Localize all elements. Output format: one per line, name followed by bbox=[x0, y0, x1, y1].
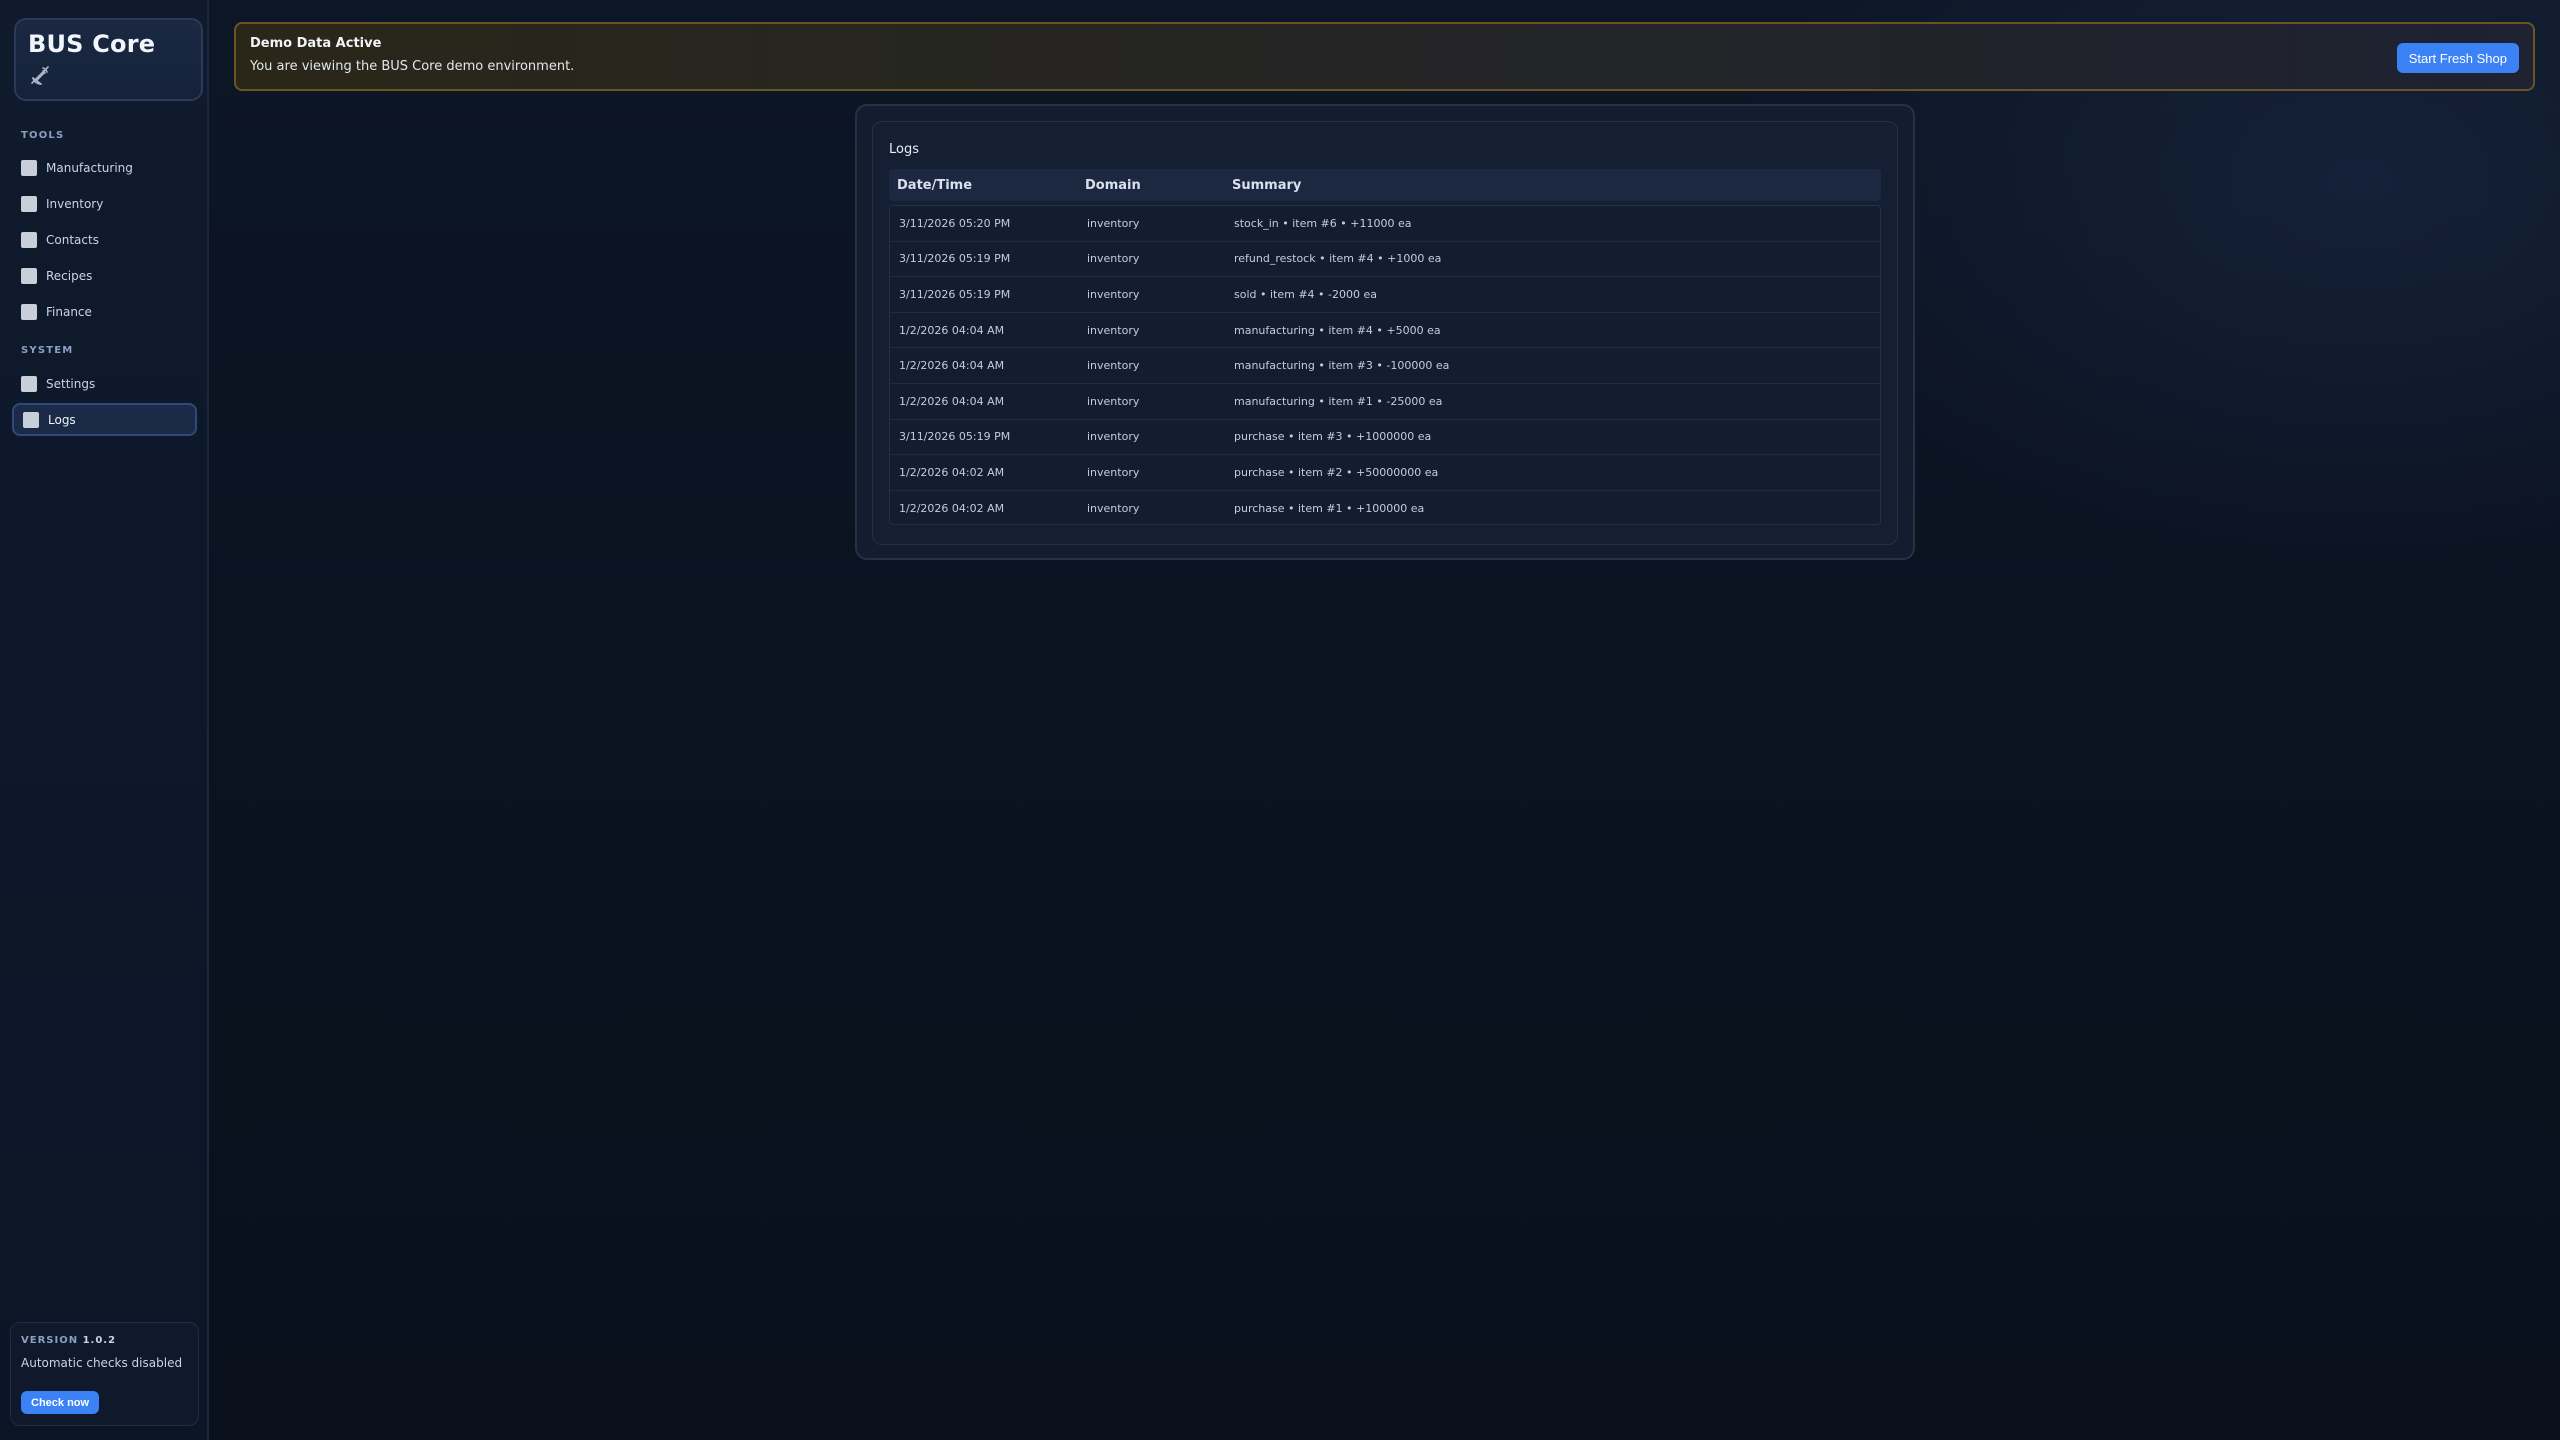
cell-domain: inventory bbox=[1087, 394, 1140, 408]
banner-title: Demo Data Active bbox=[250, 36, 382, 51]
cell-summary: purchase • item #3 • +1000000 ea bbox=[1234, 430, 1432, 444]
sidebar-item-label: Recipes bbox=[46, 268, 93, 283]
cell-domain: inventory bbox=[1087, 287, 1140, 301]
sidebar-item-label: Finance bbox=[46, 304, 92, 319]
table-row[interactable]: 3/11/2026 05:19 PM inventory purchase • … bbox=[890, 420, 1880, 456]
sidebar-item-manufacturing[interactable]: Manufacturing bbox=[12, 151, 197, 184]
update-status: Automatic checks disabled bbox=[21, 1356, 183, 1370]
cell-datetime: 3/11/2026 05:19 PM bbox=[899, 430, 1011, 444]
logs-panel: Logs Date/Time Domain Summary 3/11/2026 … bbox=[855, 104, 1915, 560]
cell-domain: inventory bbox=[1087, 430, 1140, 444]
sidebar: BUS Core TOOLS Manufacturing Inventory C… bbox=[0, 0, 209, 1440]
column-header-domain[interactable]: Domain bbox=[1077, 178, 1224, 193]
banner-text: You are viewing the BUS Core demo enviro… bbox=[250, 59, 575, 74]
demo-banner: Demo Data Active You are viewing the BUS… bbox=[234, 22, 2535, 91]
cell-summary: stock_in • item #6 • +11000 ea bbox=[1234, 216, 1412, 230]
section-label-tools: TOOLS bbox=[21, 130, 65, 141]
section-label-system: SYSTEM bbox=[21, 345, 74, 356]
column-header-summary[interactable]: Summary bbox=[1224, 178, 1881, 193]
finance-icon bbox=[21, 303, 37, 320]
recipes-icon bbox=[21, 267, 37, 284]
table-header: Date/Time Domain Summary bbox=[889, 169, 1881, 201]
contacts-icon bbox=[21, 231, 37, 248]
cell-datetime: 1/2/2026 04:04 AM bbox=[899, 323, 1005, 337]
page-title: Logs bbox=[889, 142, 919, 157]
cell-summary: manufacturing • item #4 • +5000 ea bbox=[1234, 323, 1441, 337]
table-row[interactable]: 3/11/2026 05:19 PM inventory sold • item… bbox=[890, 277, 1880, 313]
cell-summary: refund_restock • item #4 • +1000 ea bbox=[1234, 252, 1442, 266]
cell-domain: inventory bbox=[1087, 216, 1140, 230]
version-label-text: VERSION bbox=[21, 1335, 79, 1346]
table-row[interactable]: 1/2/2026 04:02 AM inventory purchase • i… bbox=[890, 491, 1880, 527]
table-row[interactable]: 1/2/2026 04:04 AM inventory manufacturin… bbox=[890, 348, 1880, 384]
table-row[interactable]: 1/2/2026 04:02 AM inventory purchase • i… bbox=[890, 455, 1880, 491]
logs-card: Logs Date/Time Domain Summary 3/11/2026 … bbox=[872, 121, 1898, 545]
cell-domain: inventory bbox=[1087, 465, 1140, 479]
inventory-icon bbox=[21, 195, 37, 212]
sidebar-item-finance[interactable]: Finance bbox=[12, 295, 197, 328]
sidebar-item-label: Logs bbox=[48, 412, 76, 427]
cell-datetime: 1/2/2026 04:02 AM bbox=[899, 502, 1005, 516]
version-number: 1.0.2 bbox=[82, 1335, 117, 1346]
logs-icon bbox=[23, 411, 39, 428]
start-fresh-shop-button[interactable]: Start Fresh Shop bbox=[2396, 43, 2519, 73]
cell-summary: sold • item #4 • -2000 ea bbox=[1234, 287, 1377, 301]
sidebar-item-label: Manufacturing bbox=[46, 160, 133, 175]
cell-datetime: 3/11/2026 05:19 PM bbox=[899, 252, 1011, 266]
brand-title: BUS Core bbox=[28, 30, 156, 58]
cell-summary: manufacturing • item #3 • -100000 ea bbox=[1234, 359, 1450, 373]
sidebar-item-recipes[interactable]: Recipes bbox=[12, 259, 197, 292]
brand-card: BUS Core bbox=[14, 18, 203, 101]
sidebar-item-contacts[interactable]: Contacts bbox=[12, 223, 197, 256]
column-header-datetime[interactable]: Date/Time bbox=[889, 178, 1077, 193]
cell-datetime: 1/2/2026 04:04 AM bbox=[899, 394, 1005, 408]
cell-datetime: 3/11/2026 05:19 PM bbox=[899, 287, 1011, 301]
version-card: VERSION 1.0.2 Automatic checks disabled … bbox=[10, 1322, 199, 1426]
logs-table-body: 3/11/2026 05:20 PM inventory stock_in • … bbox=[889, 205, 1881, 525]
sidebar-item-logs[interactable]: Logs bbox=[12, 403, 197, 436]
table-row[interactable]: 3/11/2026 05:19 PM inventory refund_rest… bbox=[890, 242, 1880, 278]
sidebar-item-label: Inventory bbox=[46, 196, 104, 211]
cell-datetime: 3/11/2026 05:20 PM bbox=[899, 216, 1011, 230]
table-row[interactable]: 3/11/2026 05:20 PM inventory stock_in • … bbox=[890, 206, 1880, 242]
table-row[interactable]: 1/2/2026 04:04 AM inventory manufacturin… bbox=[890, 313, 1880, 349]
cell-summary: purchase • item #2 • +50000000 ea bbox=[1234, 465, 1439, 479]
settings-icon bbox=[21, 375, 37, 392]
cell-domain: inventory bbox=[1087, 323, 1140, 337]
cell-summary: purchase • item #1 • +100000 ea bbox=[1234, 502, 1425, 516]
cell-datetime: 1/2/2026 04:02 AM bbox=[899, 465, 1005, 479]
cell-summary: manufacturing • item #1 • -25000 ea bbox=[1234, 394, 1443, 408]
version-label: VERSION 1.0.2 bbox=[21, 1335, 188, 1346]
cell-domain: inventory bbox=[1087, 252, 1140, 266]
sidebar-item-inventory[interactable]: Inventory bbox=[12, 187, 197, 220]
cell-datetime: 1/2/2026 04:04 AM bbox=[899, 359, 1005, 373]
manufacturing-icon bbox=[21, 159, 37, 176]
sidebar-item-settings[interactable]: Settings bbox=[12, 367, 197, 400]
check-now-button[interactable]: Check now bbox=[21, 1391, 100, 1414]
sidebar-item-label: Settings bbox=[46, 376, 96, 391]
cell-domain: inventory bbox=[1087, 502, 1140, 516]
satellite-dish-icon bbox=[29, 64, 51, 86]
cell-domain: inventory bbox=[1087, 359, 1140, 373]
table-row[interactable]: 1/2/2026 04:04 AM inventory manufacturin… bbox=[890, 384, 1880, 420]
sidebar-item-label: Contacts bbox=[46, 232, 99, 247]
